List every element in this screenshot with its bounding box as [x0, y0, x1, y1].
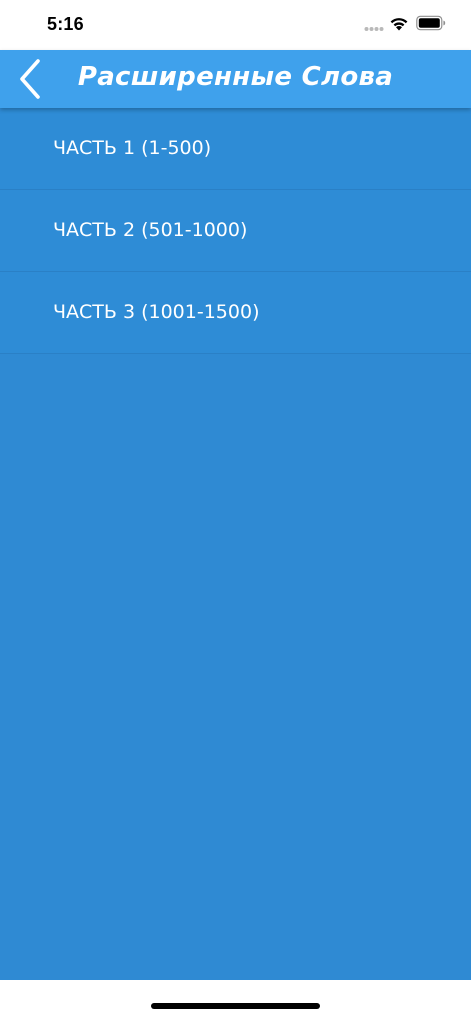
back-button[interactable] [8, 54, 52, 104]
list-item-part-3[interactable]: ЧАСТЬ 3 (1001-1500) [0, 272, 471, 354]
list-item-label: ЧАСТЬ 3 (1001-1500) [53, 301, 260, 323]
content-area: ЧАСТЬ 1 (1-500) ЧАСТЬ 2 (501-1000) ЧАСТЬ… [0, 108, 471, 980]
cellular-signal-icon [364, 27, 384, 31]
home-area [0, 980, 471, 1019]
navigation-bar: Расширенные Слова [0, 50, 471, 108]
chevron-left-icon [20, 59, 40, 99]
home-indicator[interactable] [151, 1003, 320, 1009]
status-bar: 5:16 [0, 0, 471, 50]
phone-screen: 5:16 Расширенные Слова ЧАСТЬ 1 (1-500) Ч… [0, 0, 471, 1019]
list-item-part-2[interactable]: ЧАСТЬ 2 (501-1000) [0, 190, 471, 272]
list-item-label: ЧАСТЬ 2 (501-1000) [53, 219, 248, 241]
status-time: 5:16 [47, 14, 84, 34]
page-title: Расширенные Слова [77, 62, 394, 92]
wifi-icon [390, 18, 408, 31]
battery-icon [416, 15, 446, 31]
list-item-part-1[interactable]: ЧАСТЬ 1 (1-500) [0, 108, 471, 190]
list-item-label: ЧАСТЬ 1 (1-500) [53, 137, 212, 159]
